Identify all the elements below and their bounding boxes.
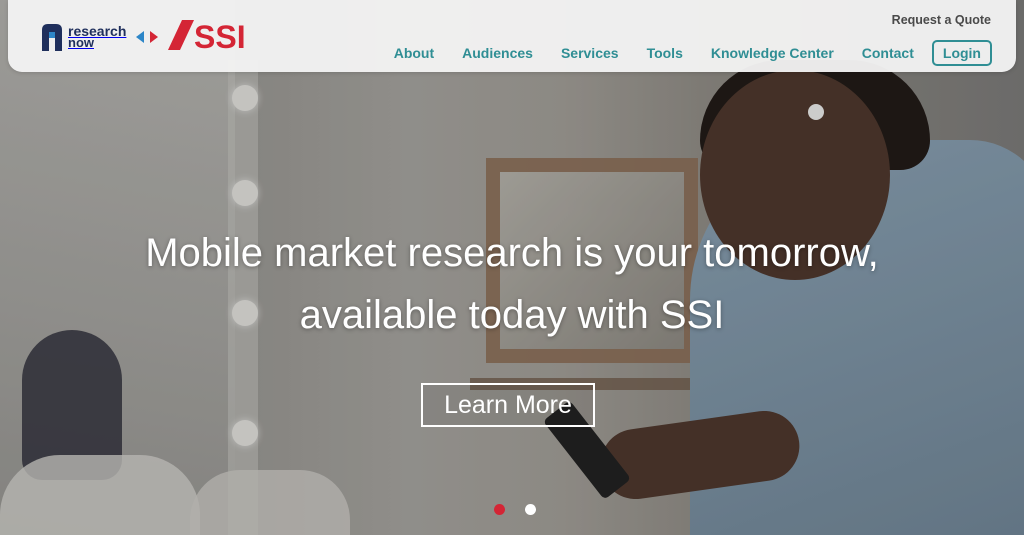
- double-arrow-icon: [136, 31, 159, 43]
- carousel-dot-1[interactable]: [494, 504, 505, 515]
- nav-about[interactable]: About: [394, 45, 434, 61]
- nav-contact[interactable]: Contact: [862, 45, 914, 61]
- login-button[interactable]: Login: [931, 40, 992, 66]
- site-header: research now SSI Request a Quote About A…: [8, 0, 1016, 72]
- research-now-line2: now: [68, 35, 94, 50]
- ssi-wordmark: SSI: [194, 19, 246, 52]
- research-now-wordmark: research now: [68, 24, 126, 50]
- ssi-logo-icon: SSI: [168, 18, 260, 57]
- nav-services[interactable]: Services: [561, 45, 619, 61]
- nav-knowledge-center[interactable]: Knowledge Center: [711, 45, 834, 61]
- hero-headline-line2: available today with SSI: [299, 293, 725, 337]
- hero-headline-line1: Mobile market research is your tomorrow,: [145, 231, 879, 275]
- carousel-dot-2[interactable]: [525, 504, 536, 515]
- research-now-logo-icon: [40, 22, 64, 52]
- hero-headline: Mobile market research is your tomorrow,…: [0, 222, 1024, 346]
- nav-audiences[interactable]: Audiences: [462, 45, 533, 61]
- carousel-dots: [494, 504, 556, 515]
- learn-more-button[interactable]: Learn More: [421, 383, 595, 427]
- request-quote-link[interactable]: Request a Quote: [892, 13, 991, 27]
- main-nav: About Audiences Services Tools Knowledge…: [394, 40, 992, 66]
- nav-tools[interactable]: Tools: [647, 45, 683, 61]
- home-logo-link[interactable]: research now SSI: [40, 19, 260, 55]
